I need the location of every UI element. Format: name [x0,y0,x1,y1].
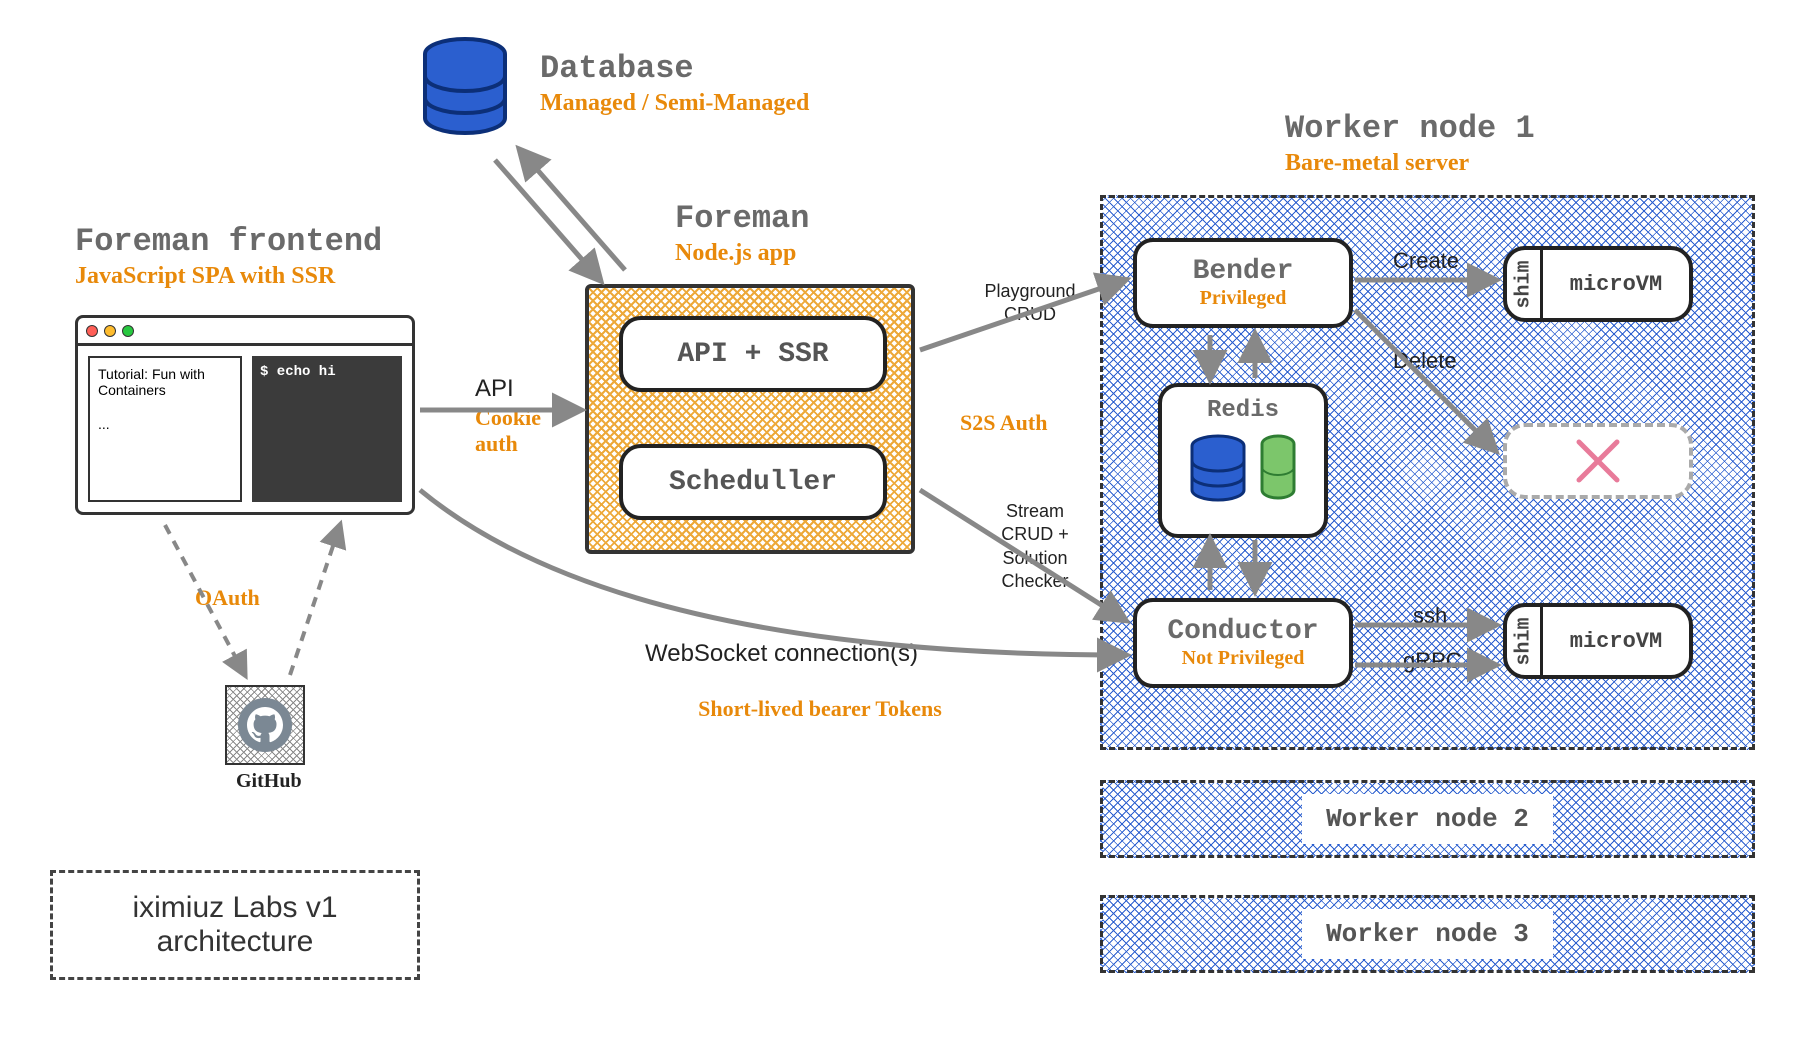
worker1-subtitle: Bare-metal server [1285,150,1469,177]
websocket-label: WebSocket connection(s) [645,640,918,668]
close-dot-icon [86,325,98,337]
bender-name: Bender [1193,256,1294,287]
worker2-label: Worker node 2 [1302,794,1553,844]
github-icon [238,698,292,752]
caption-text: iximiuz Labs v1 architecture [53,891,417,959]
terminal-pane: $ echo hi [252,356,402,502]
shim-2: shim [1507,607,1543,675]
playground-crud-label: Playground CRUD [970,280,1090,327]
github-box [225,685,305,765]
tutorial-title: Tutorial: Fun with Containers [98,366,232,398]
foreman-box: API + SSR Scheduller [585,284,915,554]
conductor-box: Conductor Not Privileged [1133,598,1353,688]
conductor-role: Not Privileged [1182,647,1305,670]
redis-db-icon [1188,434,1248,506]
conductor-name: Conductor [1167,616,1318,647]
s2s-auth-label: S2S Auth [960,410,1047,436]
api-auth-label: Cookie auth [475,405,575,458]
redis-icons [1188,434,1298,506]
oauth-label: OAuth [195,585,260,611]
foreman-api-ssr: API + SSR [619,316,887,392]
delete-label: Delete [1393,348,1457,374]
x-icon [1573,436,1623,486]
redis-label: Redis [1207,397,1279,424]
foreman-scheduler-label: Scheduller [669,467,837,498]
worker1-title: Worker node 1 [1285,110,1535,147]
shim-2-label: shim [1512,617,1535,665]
tutorial-pane: Tutorial: Fun with Containers ... [88,356,242,502]
bender-role: Privileged [1200,287,1287,310]
minimize-dot-icon [104,325,116,337]
browser-window: Tutorial: Fun with Containers ... $ echo… [75,315,415,515]
foreman-api-ssr-label: API + SSR [677,339,828,370]
foreman-title: Foreman [675,200,809,237]
redis-box: Redis [1158,383,1328,538]
microvm-1-label: microVM [1543,250,1689,318]
worker-node-2: Worker node 2 [1100,780,1755,858]
microvm-2: shim microVM [1503,603,1693,679]
shim-1-label: shim [1512,260,1535,308]
worker-node-1: Bender Privileged Redis Conductor Not Pr… [1100,195,1755,750]
github-label: GitHub [236,770,302,793]
deleted-microvm [1503,423,1693,499]
foreman-subtitle: Node.js app [675,240,796,267]
worker3-label: Worker node 3 [1302,909,1553,959]
foreman-scheduler: Scheduller [619,444,887,520]
stream-crud-label: Stream CRUD + Solution Checker [985,500,1085,594]
caption-box: iximiuz Labs v1 architecture [50,870,420,980]
microvm-1: shim microVM [1503,246,1693,322]
bender-box: Bender Privileged [1133,238,1353,328]
shim-1: shim [1507,250,1543,318]
frontend-title: Foreman frontend [75,223,382,260]
maximize-dot-icon [122,325,134,337]
websocket-auth-label: Short-lived bearer Tokens [680,695,960,724]
database-icon [420,36,510,151]
browser-titlebar [78,318,412,346]
tutorial-more: ... [98,416,232,432]
grpc-label: gRPC [1403,648,1462,674]
api-label: API [475,375,514,403]
frontend-subtitle: JavaScript SPA with SSR [75,263,335,290]
worker-node-3: Worker node 3 [1100,895,1755,973]
ssh-label: ssh [1413,603,1447,629]
create-label: Create [1393,248,1459,274]
redis-cylinder-icon [1258,434,1298,506]
database-title: Database [540,50,694,87]
terminal-text: $ echo hi [260,364,336,380]
database-subtitle: Managed / Semi-Managed [540,90,809,117]
microvm-2-label: microVM [1543,607,1689,675]
